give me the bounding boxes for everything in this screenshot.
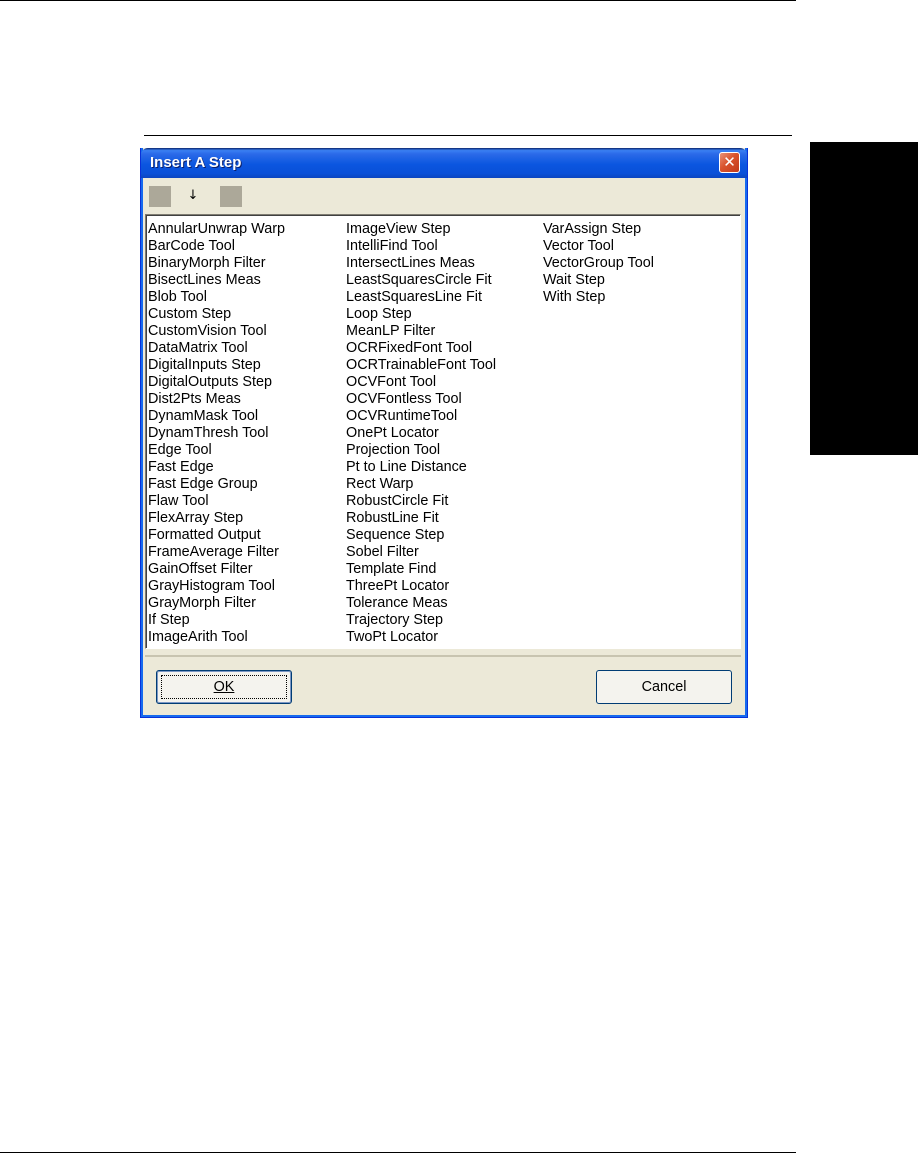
step-list-item[interactable]: OCRFixedFont Tool [346, 340, 496, 357]
step-list-item[interactable]: Pt to Line Distance [346, 459, 496, 476]
step-list-item[interactable]: GrayHistogram Tool [148, 578, 285, 595]
section-rule [144, 135, 792, 136]
step-list-item[interactable]: Vector Tool [543, 238, 654, 255]
step-list-item[interactable]: BinaryMorph Filter [148, 255, 285, 272]
step-list-item[interactable]: DynamThresh Tool [148, 425, 285, 442]
step-list-item[interactable]: Rect Warp [346, 476, 496, 493]
step-list-item[interactable]: BisectLines Meas [148, 272, 285, 289]
step-list-item[interactable]: BarCode Tool [148, 238, 285, 255]
step-list-item[interactable]: GainOffset Filter [148, 561, 285, 578]
step-list-item[interactable]: AnnularUnwrap Warp [148, 221, 285, 238]
step-list-item[interactable]: LeastSquaresCircle Fit [346, 272, 496, 289]
step-list-item[interactable]: Sobel Filter [346, 544, 496, 561]
step-list-item[interactable]: FlexArray Step [148, 510, 285, 527]
step-list-item[interactable]: LeastSquaresLine Fit [346, 289, 496, 306]
step-list-item[interactable]: Formatted Output [148, 527, 285, 544]
page-bottom-rule [0, 1152, 796, 1153]
step-list-item[interactable]: RobustLine Fit [346, 510, 496, 527]
step-list-item[interactable]: VarAssign Step [543, 221, 654, 238]
insert-step-dialog: Insert A Step ✕ ↓ AnnularUnwrap Warp BarC… [140, 148, 748, 718]
step-list-item[interactable]: OnePt Locator [346, 425, 496, 442]
step-list-item[interactable]: VectorGroup Tool [543, 255, 654, 272]
close-button[interactable]: ✕ [719, 152, 740, 173]
step-list-item[interactable]: ImageArith Tool [148, 629, 285, 646]
chapter-tab [810, 142, 918, 455]
step-list-item[interactable]: IntersectLines Meas [346, 255, 496, 272]
step-list-item[interactable]: Fast Edge Group [148, 476, 285, 493]
step-list-item[interactable]: Dist2Pts Meas [148, 391, 285, 408]
step-list-item[interactable]: IntelliFind Tool [346, 238, 496, 255]
step-list-item[interactable]: With Step [543, 289, 654, 306]
step-list-item[interactable]: Custom Step [148, 306, 285, 323]
step-list-item[interactable]: ImageView Step [346, 221, 496, 238]
step-list-item[interactable]: Template Find [346, 561, 496, 578]
toolbar-button-3[interactable] [220, 186, 242, 207]
ok-button[interactable]: OK [156, 670, 292, 704]
step-list-item[interactable]: Tolerance Meas [346, 595, 496, 612]
step-list-item[interactable]: GrayMorph Filter [148, 595, 285, 612]
step-list-item[interactable]: Wait Step [543, 272, 654, 289]
sort-down-button[interactable]: ↓ [182, 186, 204, 207]
step-list-column-2: ImageView Step IntelliFind Tool IntersectL… [346, 221, 496, 646]
step-list-item[interactable]: Fast Edge [148, 459, 285, 476]
step-list-item[interactable]: TwoPt Locator [346, 629, 496, 646]
step-list-item[interactable]: OCRTrainableFont Tool [346, 357, 496, 374]
toolbar-button-1[interactable] [149, 186, 171, 207]
page-top-rule [0, 0, 796, 1]
step-list-item[interactable]: Trajectory Step [346, 612, 496, 629]
button-separator [145, 655, 741, 657]
step-list-item[interactable]: MeanLP Filter [346, 323, 496, 340]
cancel-label: Cancel [641, 679, 687, 695]
step-list-item[interactable]: ThreePt Locator [346, 578, 496, 595]
step-list-item[interactable]: FrameAverage Filter [148, 544, 285, 561]
step-list-item[interactable]: Sequence Step [346, 527, 496, 544]
step-list-item[interactable]: If Step [148, 612, 285, 629]
step-list-item[interactable]: Flaw Tool [148, 493, 285, 510]
dialog-title: Insert A Step [150, 154, 242, 171]
step-list-column-1: AnnularUnwrap Warp BarCode Tool BinaryMorp… [148, 221, 285, 646]
step-list-item[interactable]: Projection Tool [346, 442, 496, 459]
step-list-item[interactable]: Blob Tool [148, 289, 285, 306]
step-list-item[interactable]: DynamMask Tool [148, 408, 285, 425]
ok-label: OK [213, 679, 235, 695]
step-list-item[interactable]: OCVRuntimeTool [346, 408, 496, 425]
arrow-down-icon: ↓ [187, 188, 199, 203]
step-list-item[interactable]: DataMatrix Tool [148, 340, 285, 357]
cancel-button[interactable]: Cancel [596, 670, 732, 704]
step-list[interactable]: AnnularUnwrap Warp BarCode Tool BinaryMorp… [145, 214, 741, 649]
step-list-item[interactable]: DigitalInputs Step [148, 357, 285, 374]
step-list-column-3: VarAssign Step Vector Tool VectorGroup Too… [543, 221, 654, 306]
title-bar[interactable]: Insert A Step ✕ [141, 148, 747, 178]
step-list-item[interactable]: Loop Step [346, 306, 496, 323]
close-icon: ✕ [723, 153, 736, 171]
step-list-item[interactable]: DigitalOutputs Step [148, 374, 285, 391]
step-list-item[interactable]: Edge Tool [148, 442, 285, 459]
step-list-item[interactable]: CustomVision Tool [148, 323, 285, 340]
step-list-item[interactable]: OCVFont Tool [346, 374, 496, 391]
step-list-item[interactable]: RobustCircle Fit [346, 493, 496, 510]
step-list-item[interactable]: OCVFontless Tool [346, 391, 496, 408]
